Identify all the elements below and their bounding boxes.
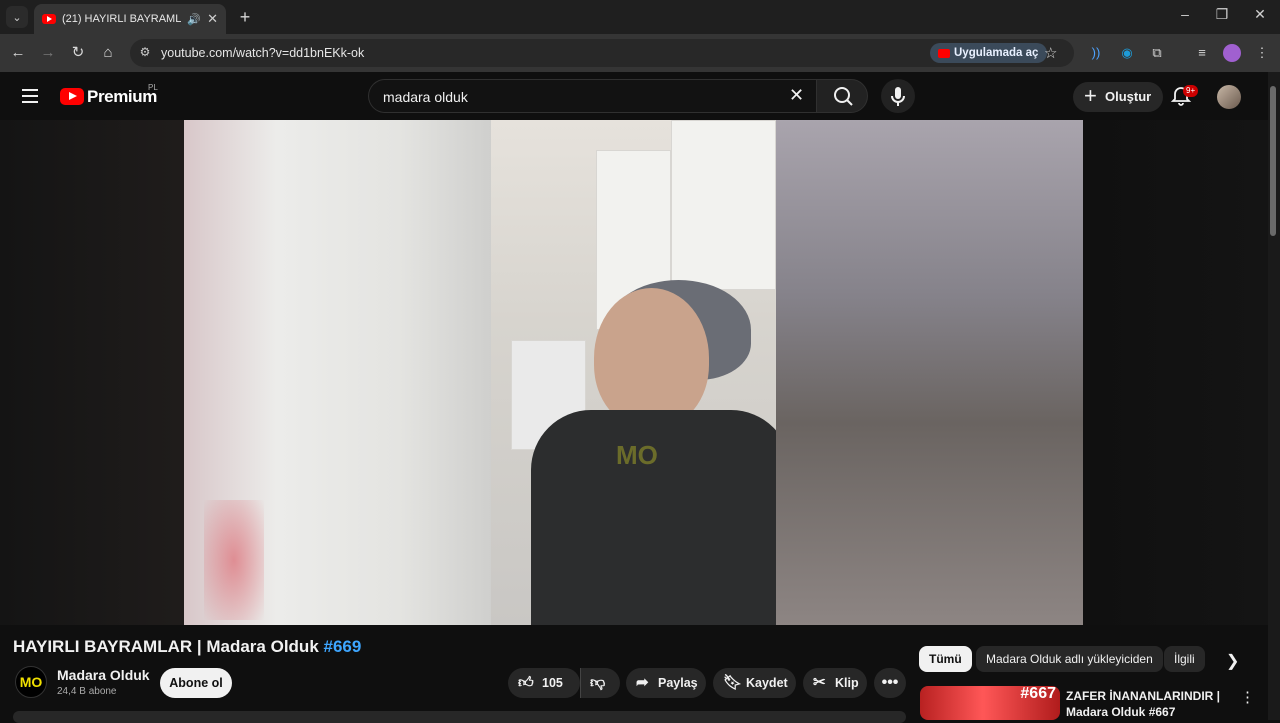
search-button[interactable]: [816, 79, 868, 113]
search-input[interactable]: madara olduk ✕: [368, 79, 816, 113]
browser-menu-icon[interactable]: ⋮: [1252, 43, 1272, 63]
channel-name[interactable]: Madara Olduk: [57, 667, 150, 683]
tab-search-button[interactable]: ⌄: [6, 6, 28, 28]
minimize-button[interactable]: –: [1173, 6, 1197, 22]
video-player[interactable]: MO: [0, 120, 1268, 625]
audio-extension-icon[interactable]: )): [1086, 43, 1106, 63]
shazam-extension-icon[interactable]: ◉: [1117, 43, 1137, 63]
voice-search-button[interactable]: [881, 79, 915, 113]
home-icon[interactable]: ⌂: [98, 43, 118, 63]
kitchen-cabinet: [671, 120, 776, 290]
browser-tab[interactable]: (21) HAYIRLI BAYRAMLAR | 🔊 ✕: [34, 4, 226, 34]
more-vertical-icon[interactable]: ⋮: [1240, 688, 1255, 706]
channel-avatar[interactable]: MO: [15, 666, 47, 698]
browser-tab-bar: ⌄ (21) HAYIRLI BAYRAMLAR | 🔊 ✕ + – ❐ ✕: [0, 0, 1280, 34]
recommended-title[interactable]: ZAFER İNANANLARINDIR | Madara Olduk #667: [1066, 688, 1226, 720]
clip-label: Klip: [835, 676, 859, 690]
open-in-app-button[interactable]: Uygulamada aç: [930, 43, 1048, 63]
thumbs-up-icon: 👍︎: [518, 674, 534, 691]
address-bar[interactable]: ⚙ youtube.com/watch?v=dd1bnEKk-ok Uygula…: [130, 39, 1074, 67]
browser-profile-avatar[interactable]: [1223, 44, 1241, 62]
chevron-right-icon[interactable]: ❯: [1226, 651, 1239, 671]
scissors-icon: ✂: [813, 674, 826, 691]
maximize-button[interactable]: ❐: [1210, 6, 1234, 23]
more-horizontal-icon: •••: [881, 674, 899, 691]
bookmark-icon: 🔖︎: [723, 674, 743, 691]
microphone-icon: [891, 87, 905, 106]
speaker-icon[interactable]: 🔊: [187, 13, 201, 26]
search-icon: [834, 87, 853, 106]
close-tab-icon[interactable]: ✕: [207, 11, 218, 27]
subscribe-button[interactable]: Abone ol: [160, 668, 232, 698]
video-hashtag[interactable]: #669: [324, 637, 362, 656]
thumbnail-number: #667: [1020, 686, 1056, 702]
save-label: Kaydet: [746, 676, 788, 690]
close-window-button[interactable]: ✕: [1248, 6, 1272, 23]
more-actions-button[interactable]: •••: [874, 668, 906, 698]
bookmark-star-icon[interactable]: ☆: [1044, 44, 1057, 62]
guide-menu-icon[interactable]: [22, 89, 38, 103]
share-arrow-icon: ➦: [636, 674, 649, 691]
person-face: [594, 288, 709, 428]
youtube-favicon-icon: [42, 14, 56, 24]
premium-wordmark[interactable]: Premium: [87, 87, 157, 107]
scrollbar-thumb[interactable]: [1270, 86, 1276, 236]
account-avatar[interactable]: [1217, 85, 1241, 109]
chip-related[interactable]: İlgili: [1164, 646, 1205, 672]
media-controls-icon[interactable]: ≡: [1192, 43, 1212, 63]
save-button[interactable]: 🔖︎ Kaydet: [713, 668, 796, 698]
chip-all[interactable]: Tümü: [919, 646, 972, 672]
like-button[interactable]: 👍︎ 105: [508, 668, 580, 698]
dislike-button[interactable]: 👎︎: [580, 668, 620, 698]
channel-watermark: MO: [616, 440, 658, 470]
subscriber-count: 24,4 B abone: [57, 686, 117, 697]
share-button[interactable]: ➦ Paylaş: [626, 668, 706, 698]
forward-arrow-icon[interactable]: →: [38, 43, 58, 63]
share-label: Paylaş: [658, 676, 698, 690]
like-count: 105: [542, 676, 563, 690]
reload-icon[interactable]: ↻: [68, 43, 88, 63]
youtube-masthead: Premium PL madara olduk ✕ Oluştur 9+: [0, 72, 1268, 120]
site-info-icon[interactable]: ⚙: [138, 45, 152, 59]
create-button[interactable]: Oluştur: [1073, 81, 1164, 112]
back-arrow-icon[interactable]: ←: [8, 43, 28, 63]
video-frame[interactable]: MO: [491, 120, 776, 625]
description-box[interactable]: [13, 711, 906, 723]
browser-toolbar: ← → ↻ ⌂ ⚙ youtube.com/watch?v=dd1bnEKk-o…: [0, 34, 1280, 72]
new-tab-button[interactable]: +: [236, 7, 254, 28]
tab-title: (21) HAYIRLI BAYRAMLAR |: [61, 13, 182, 25]
video-title: HAYIRLI BAYRAMLAR | Madara Olduk #669: [13, 637, 361, 657]
chip-from-uploader[interactable]: Madara Olduk adlı yükleyiciden: [976, 646, 1163, 672]
youtube-logo-icon[interactable]: [60, 88, 84, 105]
notifications-badge: 9+: [1183, 85, 1199, 97]
video-title-text: HAYIRLI BAYRAMLAR | Madara Olduk: [13, 637, 319, 656]
blurred-background-left: [184, 120, 491, 625]
region-code: PL: [148, 83, 158, 92]
extensions-puzzle-icon[interactable]: ⧉: [1147, 43, 1167, 63]
url-text[interactable]: youtube.com/watch?v=dd1bnEKk-ok: [161, 46, 364, 60]
clip-button[interactable]: ✂ Klip: [803, 668, 867, 698]
blurred-background-right: [776, 120, 1083, 625]
thumbs-down-icon: 👎︎: [590, 674, 606, 691]
search-query[interactable]: madara olduk: [383, 89, 468, 105]
recommended-thumbnail[interactable]: #667: [920, 686, 1060, 720]
clear-search-icon[interactable]: ✕: [789, 85, 804, 106]
